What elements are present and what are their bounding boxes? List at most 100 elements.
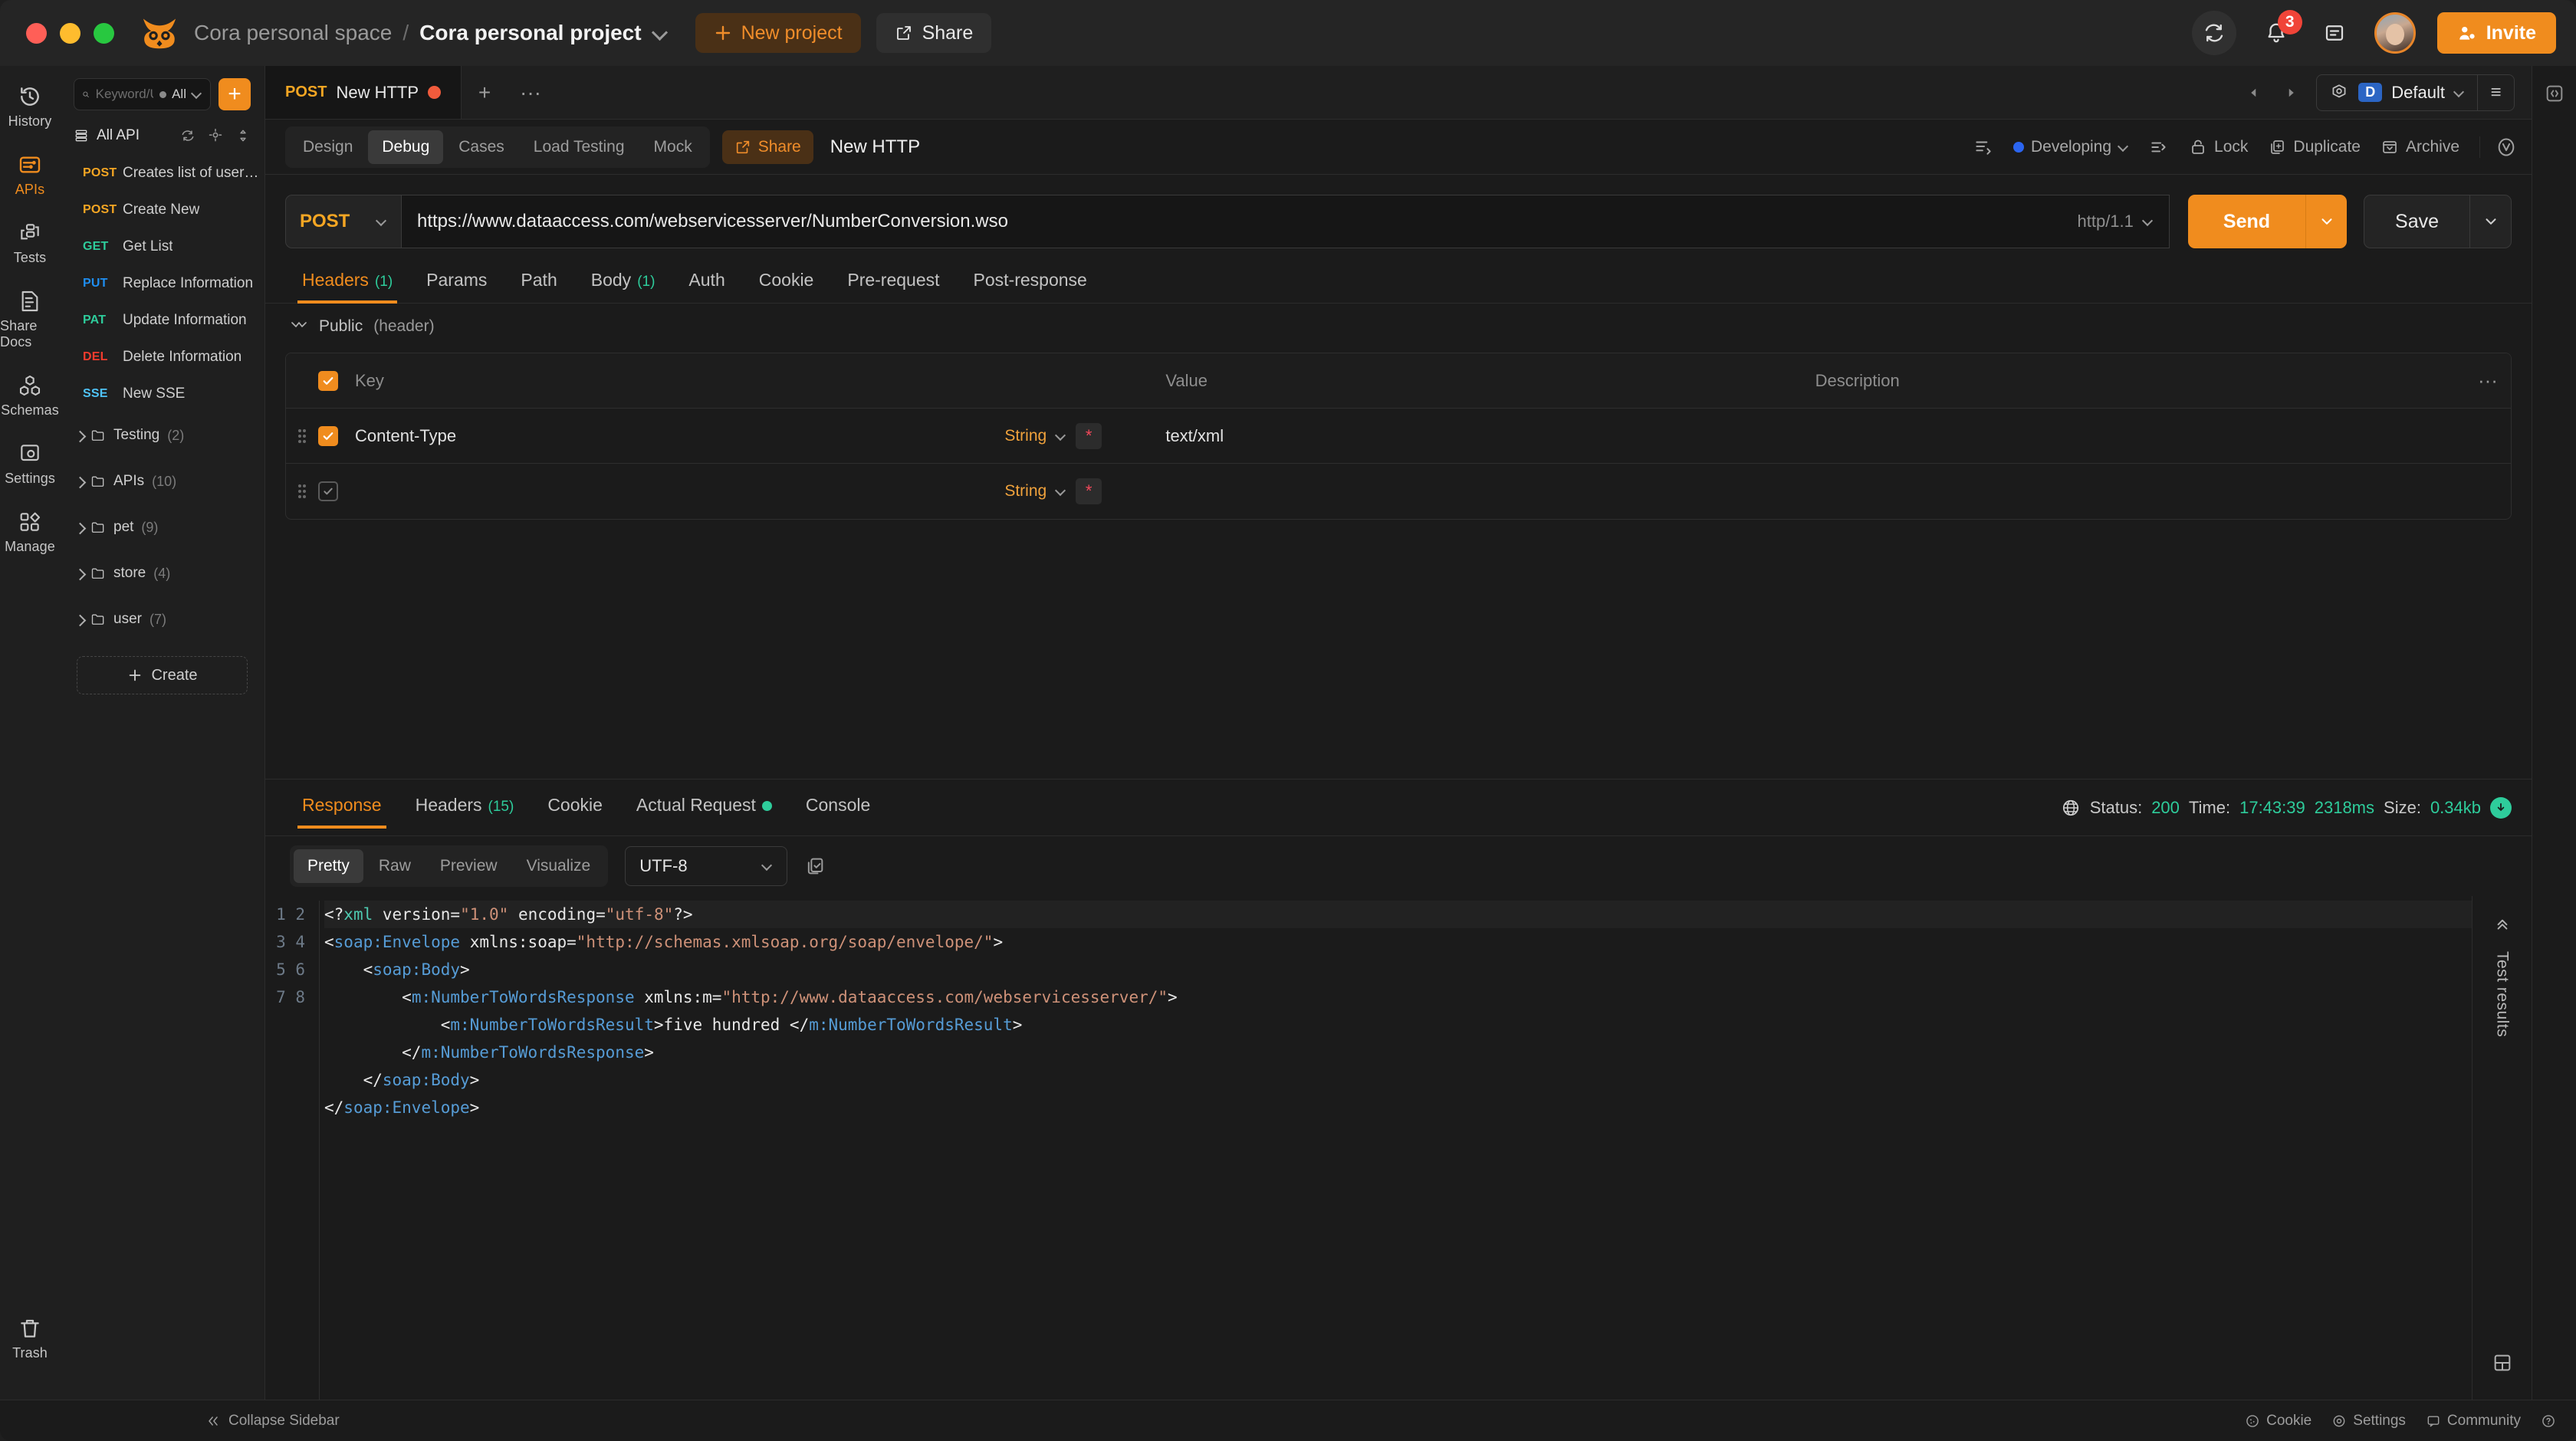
segment-cases[interactable]: Cases bbox=[445, 130, 518, 164]
view-visualize[interactable]: Visualize bbox=[513, 849, 605, 883]
layout-toggle-button[interactable] bbox=[2492, 1352, 2513, 1374]
settings-button[interactable]: Settings bbox=[2331, 1413, 2406, 1430]
tree-folder-pet[interactable]: pet (9) bbox=[60, 504, 264, 550]
doc-duplicate-button[interactable]: Duplicate bbox=[2268, 138, 2361, 156]
share-project-button[interactable]: Share bbox=[876, 13, 992, 53]
tree-folder-apis[interactable]: APIs (10) bbox=[60, 458, 264, 504]
breadcrumb-space[interactable]: Cora personal space bbox=[194, 21, 392, 45]
sidebar-item-history[interactable]: History bbox=[0, 84, 60, 130]
row-drag-handle[interactable] bbox=[286, 481, 318, 501]
tab-more-button[interactable]: ··· bbox=[508, 66, 554, 119]
doc-tab-new-http[interactable]: POST New HTTP bbox=[265, 66, 462, 119]
sync-button[interactable] bbox=[2191, 11, 2236, 55]
notifications-button[interactable]: 3 bbox=[2258, 10, 2302, 51]
row-drag-handle[interactable] bbox=[286, 426, 318, 446]
view-pretty[interactable]: Pretty bbox=[294, 849, 363, 883]
collapse-sidebar-button[interactable]: Collapse Sidebar bbox=[0, 1413, 340, 1430]
sidebar-item-schemas[interactable]: Schemas bbox=[0, 373, 60, 419]
tree-folder-user[interactable]: user (7) bbox=[60, 596, 264, 642]
row-select-cell[interactable] bbox=[318, 481, 355, 501]
method-select[interactable]: POST bbox=[285, 195, 402, 248]
tree-node-6[interactable]: SSE New SSE bbox=[60, 376, 264, 412]
url-field-wrap[interactable]: http/1.1 bbox=[402, 195, 2170, 248]
cookie-button[interactable]: Cookie bbox=[2245, 1413, 2312, 1430]
response-tab-response[interactable]: Response bbox=[285, 787, 399, 829]
tree-node-4[interactable]: PAT Update Information bbox=[60, 302, 264, 339]
minimize-window-button[interactable] bbox=[60, 22, 80, 44]
row-key[interactable]: Content-Type bbox=[355, 426, 1004, 446]
document-share-button[interactable]: Share bbox=[721, 130, 813, 164]
save-button[interactable]: Save bbox=[2364, 195, 2470, 248]
encoding-select[interactable]: UTF-8 bbox=[625, 846, 788, 886]
headers-table-options-button[interactable]: ··· bbox=[2465, 369, 2511, 392]
request-tab-post-response[interactable]: Post-response bbox=[957, 262, 1104, 303]
sidebar-item-manage[interactable]: Manage bbox=[0, 510, 60, 555]
segment-mock[interactable]: Mock bbox=[640, 130, 706, 164]
new-tab-button[interactable]: + bbox=[462, 66, 508, 119]
response-tab-cookie[interactable]: Cookie bbox=[531, 787, 619, 828]
request-tab-params[interactable]: Params bbox=[409, 262, 504, 303]
community-button[interactable]: Community bbox=[2426, 1413, 2521, 1430]
request-tab-pre-request[interactable]: Pre-request bbox=[830, 262, 956, 303]
row-type-cell[interactable]: String * bbox=[1004, 422, 1165, 449]
protocol-select[interactable]: http/1.1 bbox=[2062, 212, 2154, 231]
breadcrumb-project[interactable]: Cora personal project bbox=[419, 21, 641, 45]
new-project-button[interactable]: New project bbox=[695, 13, 861, 53]
docs-button[interactable] bbox=[2316, 15, 2353, 51]
search-filter-select[interactable]: All bbox=[159, 87, 202, 102]
sidebar-item-tests[interactable]: Tests bbox=[0, 221, 60, 266]
tree-node-0[interactable]: POST Creates list of users with ... bbox=[60, 155, 264, 192]
sidebar-item-share-docs[interactable]: Share Docs bbox=[0, 289, 60, 350]
tree-node-1[interactable]: POST Create New bbox=[60, 192, 264, 228]
row-checkbox[interactable] bbox=[318, 481, 338, 501]
window-controls[interactable] bbox=[26, 22, 114, 44]
sidebar-item-trash[interactable]: Trash bbox=[0, 1316, 60, 1361]
code-snippet-button[interactable] bbox=[2544, 83, 2565, 104]
segment-load-testing[interactable]: Load Testing bbox=[520, 130, 639, 164]
url-input[interactable] bbox=[417, 211, 2062, 232]
row-select-cell[interactable] bbox=[318, 425, 355, 446]
select-all-cell[interactable] bbox=[318, 370, 355, 391]
add-api-button[interactable]: + bbox=[219, 78, 251, 110]
send-button[interactable]: Send bbox=[2187, 195, 2306, 248]
table-row[interactable]: String * bbox=[286, 464, 2511, 519]
invite-button[interactable]: Invite bbox=[2436, 12, 2556, 54]
request-tab-auth[interactable]: Auth bbox=[672, 262, 741, 303]
segment-design[interactable]: Design bbox=[289, 130, 366, 164]
download-response-button[interactable] bbox=[2490, 796, 2512, 819]
row-checkbox[interactable] bbox=[318, 425, 338, 446]
collapse-test-results-button[interactable] bbox=[2492, 913, 2512, 933]
row-value[interactable]: text/xml bbox=[1165, 426, 1815, 446]
close-window-button[interactable] bbox=[26, 22, 47, 44]
doc-history-rail[interactable] bbox=[2479, 136, 2532, 158]
tree-node-2[interactable]: GET Get List bbox=[60, 228, 264, 265]
code-content[interactable]: <?xml version="1.0" encoding="utf-8"?> <… bbox=[319, 901, 2472, 1400]
request-tab-path[interactable]: Path bbox=[504, 262, 573, 303]
tree-node-5[interactable]: DEL Delete Information bbox=[60, 339, 264, 376]
project-chevron-down-icon[interactable] bbox=[652, 25, 668, 41]
maximize-window-button[interactable] bbox=[94, 22, 114, 44]
tree-node-3[interactable]: PUT Replace Information bbox=[60, 265, 264, 302]
row-required-toggle[interactable]: * bbox=[1076, 422, 1102, 449]
row-type-cell[interactable]: String * bbox=[1004, 478, 1165, 504]
nav-back-button[interactable] bbox=[2242, 77, 2266, 108]
test-results-label[interactable]: Test results bbox=[2493, 951, 2512, 1037]
header-group-row[interactable]: Public (header) bbox=[265, 304, 2532, 343]
doc-status-select[interactable]: Developing bbox=[2013, 138, 2129, 156]
table-row[interactable]: Content-Type String * text/xml bbox=[286, 409, 2511, 464]
response-tab-headers[interactable]: Headers (15) bbox=[399, 787, 531, 828]
request-tab-cookie[interactable]: Cookie bbox=[742, 262, 831, 303]
response-tab-console[interactable]: Console bbox=[789, 787, 887, 828]
save-options-button[interactable] bbox=[2470, 195, 2512, 248]
doc-outline-button[interactable] bbox=[1973, 137, 1993, 157]
view-preview[interactable]: Preview bbox=[426, 849, 511, 883]
search-box[interactable]: All bbox=[74, 78, 211, 110]
request-tab-headers[interactable]: Headers (1) bbox=[285, 262, 409, 304]
sidebar-item-settings[interactable]: Settings bbox=[0, 441, 60, 487]
request-tab-body[interactable]: Body (1) bbox=[574, 262, 672, 303]
user-avatar[interactable] bbox=[2374, 12, 2416, 54]
sidebar-item-apis[interactable]: APIs bbox=[0, 153, 60, 198]
environment-selector[interactable]: D Default ≡ bbox=[2316, 74, 2515, 111]
tree-folder-store[interactable]: store (4) bbox=[60, 550, 264, 596]
create-button[interactable]: Create bbox=[77, 656, 248, 694]
